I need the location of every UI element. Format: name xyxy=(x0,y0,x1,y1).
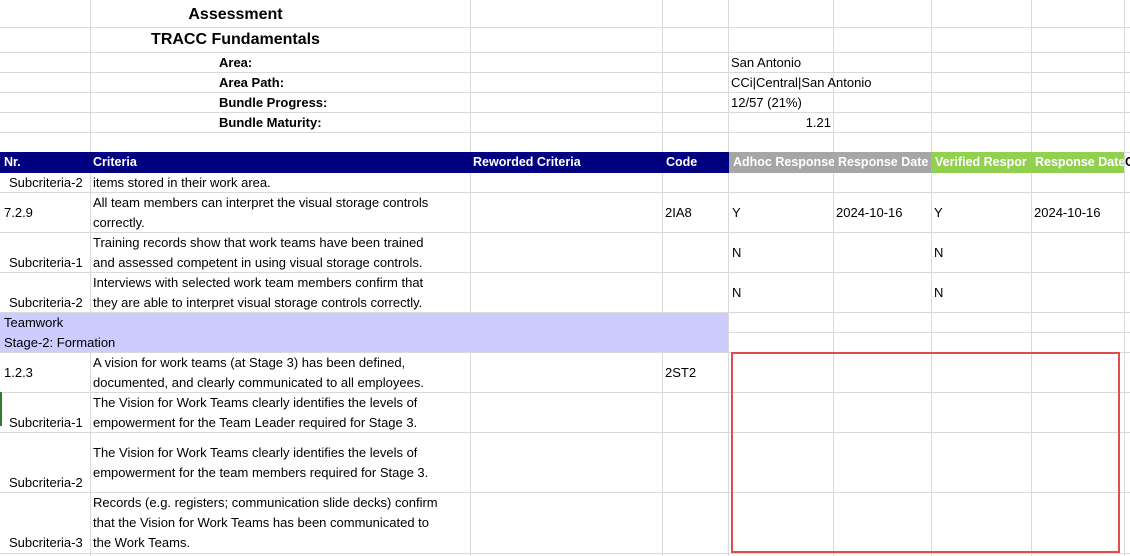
row-criteria-line[interactable]: that the Vision for Work Teams has been … xyxy=(93,513,429,533)
area-value[interactable]: San Antonio xyxy=(731,53,801,73)
row-adhoc-date[interactable]: 2024-10-16 xyxy=(836,203,903,223)
area-path-label: Area Path: xyxy=(219,75,285,90)
sheet-subtitle: TRACC Fundamentals xyxy=(151,31,320,48)
header-nr[interactable]: Nr. xyxy=(0,152,90,173)
header-overflow-column[interactable]: C xyxy=(1124,152,1130,173)
bundle-progress-label: Bundle Progress: xyxy=(219,95,328,110)
gridline xyxy=(0,92,1130,93)
area-path-value[interactable]: CCi|Central|San Antonio xyxy=(731,73,871,93)
sheet-title: Assessment xyxy=(188,6,283,23)
row-criteria-line[interactable]: Interviews with selected work team membe… xyxy=(93,273,423,293)
spreadsheet-sheet: Assessment TRACC Fundamentals Area: San … xyxy=(0,0,1130,556)
row-verified-response[interactable]: N xyxy=(934,283,943,303)
gridline xyxy=(728,0,729,556)
row-nr[interactable]: Subcriteria-3 xyxy=(9,533,83,553)
header-adhoc-response[interactable]: Adhoc Response xyxy=(729,152,834,173)
row-criteria-line[interactable]: they are able to interpret visual storag… xyxy=(93,293,422,313)
header-reworded-criteria[interactable]: Reworded Criteria xyxy=(469,152,662,173)
header-code[interactable]: Code xyxy=(662,152,728,173)
gridline xyxy=(0,112,1130,113)
row-criteria-line[interactable]: empowerment for the Team Leader required… xyxy=(93,413,417,433)
header-adhoc-response-date[interactable]: Response Date xyxy=(834,152,931,173)
gridline xyxy=(662,0,663,556)
bundle-progress-value[interactable]: 12/57 (21%) xyxy=(731,93,802,113)
row-marker xyxy=(0,392,2,426)
row-criteria-line[interactable]: correctly. xyxy=(93,213,145,233)
section-stage[interactable]: Stage-2: Formation xyxy=(4,333,115,353)
row-code[interactable]: 2IA8 xyxy=(665,203,692,223)
bundle-maturity-value[interactable]: 1.21 xyxy=(731,113,831,133)
row-criteria-line[interactable]: the Work Teams. xyxy=(93,533,190,553)
row-nr[interactable]: Subcriteria-1 xyxy=(9,253,83,273)
row-criteria-line[interactable]: The Vision for Work Teams clearly identi… xyxy=(93,443,417,463)
row-nr[interactable]: Subcriteria-1 xyxy=(9,413,83,433)
row-nr[interactable]: Subcriteria-2 xyxy=(9,173,83,193)
gridline xyxy=(0,132,1130,133)
row-criteria-line[interactable]: A vision for work teams (at Stage 3) has… xyxy=(93,353,405,373)
row-criteria-line[interactable]: and assessed competent in using visual s… xyxy=(93,253,423,273)
gridline xyxy=(0,27,1130,28)
row-criteria-line[interactable]: All team members can interpret the visua… xyxy=(93,193,428,213)
area-label: Area: xyxy=(219,55,253,70)
gridline xyxy=(0,553,1130,554)
gridline xyxy=(470,0,471,556)
gridline xyxy=(0,52,1130,53)
gridline xyxy=(1124,0,1125,556)
highlight-box xyxy=(731,352,1120,553)
header-criteria[interactable]: Criteria xyxy=(89,152,470,173)
row-nr[interactable]: Subcriteria-2 xyxy=(9,293,83,313)
row-verified-date[interactable]: 2024-10-16 xyxy=(1034,203,1101,223)
row-criteria-line[interactable]: empowerment for the team members require… xyxy=(93,463,428,483)
row-criteria-line[interactable]: Training records show that work teams ha… xyxy=(93,233,423,253)
row-criteria-line[interactable]: Records (e.g. registers; communication s… xyxy=(93,493,438,513)
row-adhoc-response[interactable]: Y xyxy=(732,203,741,223)
row-criteria-line[interactable]: documented, and clearly communicated to … xyxy=(93,373,424,393)
row-nr[interactable]: Subcriteria-2 xyxy=(9,473,83,493)
row-adhoc-response[interactable]: N xyxy=(732,283,741,303)
bundle-maturity-label: Bundle Maturity: xyxy=(219,115,322,130)
section-topic[interactable]: Teamwork xyxy=(4,313,63,333)
row-criteria-line[interactable]: The Vision for Work Teams clearly identi… xyxy=(93,393,417,413)
gridline xyxy=(0,72,1130,73)
row-adhoc-response[interactable]: N xyxy=(732,243,741,263)
header-verified-response[interactable]: Verified Respor xyxy=(931,152,1031,173)
row-code[interactable]: 2ST2 xyxy=(665,363,696,383)
gridline xyxy=(90,0,91,556)
row-verified-response[interactable]: N xyxy=(934,243,943,263)
row-nr[interactable]: 1.2.3 xyxy=(4,363,33,383)
header-verified-response-date[interactable]: Response Date xyxy=(1031,152,1124,173)
row-nr[interactable]: 7.2.9 xyxy=(4,203,33,223)
row-criteria-line[interactable]: items stored in their work area. xyxy=(93,173,271,193)
row-verified-response[interactable]: Y xyxy=(934,203,943,223)
